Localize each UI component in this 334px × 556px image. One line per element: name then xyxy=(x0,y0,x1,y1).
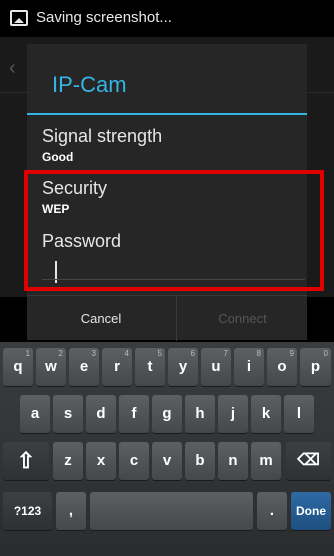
key-g[interactable]: g xyxy=(152,395,182,433)
key-a[interactable]: a xyxy=(20,395,50,433)
key-n[interactable]: n xyxy=(218,442,248,480)
key-hint: 3 xyxy=(91,349,96,358)
key-hint: 4 xyxy=(124,349,129,358)
key-k[interactable]: k xyxy=(251,395,281,433)
key-e[interactable]: e3 xyxy=(69,348,99,386)
key-hint: 1 xyxy=(25,349,30,358)
key-hint: 6 xyxy=(190,349,195,358)
key-x[interactable]: x xyxy=(86,442,116,480)
done-key[interactable]: Done xyxy=(291,492,331,530)
dialog-title: IP-Cam xyxy=(52,72,127,97)
key-d[interactable]: d xyxy=(86,395,116,433)
signal-strength-label: Signal strength xyxy=(42,126,163,146)
backspace-icon: ⌫ xyxy=(297,452,320,469)
key-period[interactable]: . xyxy=(257,492,287,530)
space-key[interactable] xyxy=(90,492,253,530)
key-v[interactable]: v xyxy=(152,442,182,480)
shift-key[interactable]: ⇧ xyxy=(3,442,49,480)
screenshot-icon xyxy=(10,10,28,26)
key-s[interactable]: s xyxy=(53,395,83,433)
status-bar: Saving screenshot... xyxy=(0,0,334,37)
key-i[interactable]: i8 xyxy=(234,348,264,386)
key-t[interactable]: t5 xyxy=(135,348,165,386)
key-m[interactable]: m xyxy=(251,442,281,480)
key-p[interactable]: p0 xyxy=(300,348,331,386)
key-label: w xyxy=(45,358,57,375)
key-b[interactable]: b xyxy=(185,442,215,480)
backspace-key[interactable]: ⌫ xyxy=(286,442,331,480)
title-divider xyxy=(27,113,307,115)
key-f[interactable]: f xyxy=(119,395,149,433)
key-y[interactable]: y6 xyxy=(168,348,198,386)
connect-button[interactable]: Connect xyxy=(176,296,308,341)
key-label: o xyxy=(277,358,287,375)
symbols-key[interactable]: ?123 xyxy=(3,492,52,530)
dialog-button-row: Cancel Connect xyxy=(27,295,307,341)
signal-strength-value: Good xyxy=(42,150,74,164)
key-w[interactable]: w2 xyxy=(36,348,66,386)
key-hint: 2 xyxy=(58,349,63,358)
key-u[interactable]: u7 xyxy=(201,348,231,386)
key-r[interactable]: r4 xyxy=(102,348,132,386)
key-o[interactable]: o9 xyxy=(267,348,297,386)
key-q[interactable]: q1 xyxy=(3,348,33,386)
key-hint: 5 xyxy=(157,349,162,358)
key-hint: 8 xyxy=(256,349,261,358)
key-z[interactable]: z xyxy=(53,442,83,480)
key-label: p xyxy=(310,358,321,375)
key-h[interactable]: h xyxy=(185,395,215,433)
key-l[interactable]: l xyxy=(284,395,314,433)
shift-icon: ⇧ xyxy=(16,448,36,473)
key-hint: 0 xyxy=(323,349,328,358)
status-notification: Saving screenshot... xyxy=(36,9,172,26)
back-chevron-icon: ‹ xyxy=(9,57,16,79)
key-hint: 9 xyxy=(289,349,294,358)
cancel-button[interactable]: Cancel xyxy=(27,296,175,341)
key-label: y xyxy=(178,358,188,375)
key-label: r xyxy=(114,358,120,375)
soft-keyboard: q1 w2 e3 r4 t5 y6 u7 i8 o9 p0 a s d f g … xyxy=(0,342,334,556)
highlight-box xyxy=(24,170,324,291)
key-label: q xyxy=(13,358,23,375)
key-hint: 7 xyxy=(223,349,228,358)
key-label: u xyxy=(211,358,221,375)
key-comma[interactable]: , xyxy=(56,492,86,530)
key-label: e xyxy=(79,358,89,375)
key-label: t xyxy=(147,358,153,375)
key-label: i xyxy=(246,358,252,375)
key-c[interactable]: c xyxy=(119,442,149,480)
key-j[interactable]: j xyxy=(218,395,248,433)
